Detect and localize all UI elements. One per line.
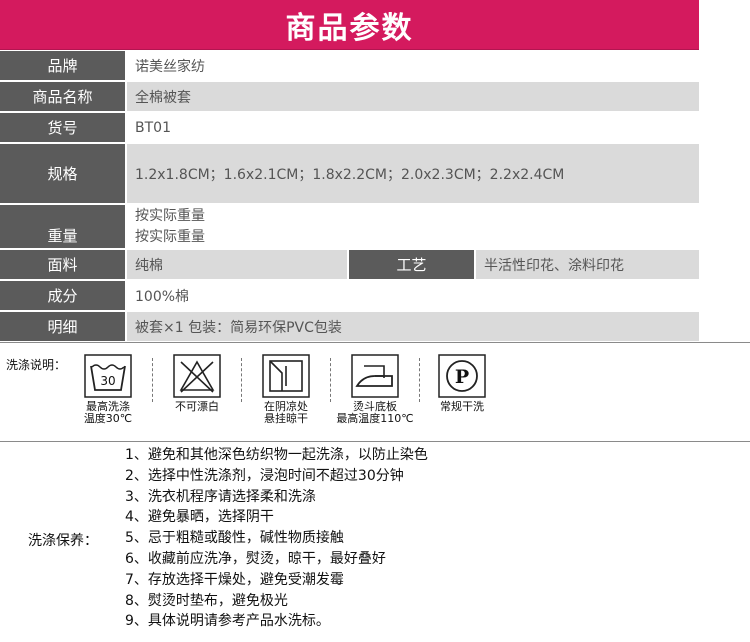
svg-text:P: P: [455, 366, 469, 388]
spec-value: 按实际重量: [135, 228, 205, 245]
svg-text:30: 30: [100, 374, 115, 388]
spec-row-composition: 成分 100%棉: [0, 281, 699, 312]
divider: [419, 358, 420, 402]
wash-label: 不可漂白: [175, 400, 219, 413]
spec-value: 100%棉: [135, 288, 190, 305]
page-title: 商品参数: [0, 0, 699, 50]
spec-label: 面料: [0, 250, 127, 279]
spec-row-fabric: 面料 纯棉 工艺 半活性印花、涂料印花: [0, 250, 699, 281]
spec-value: 被套×1 包装：简易环保PVC包装: [135, 319, 342, 336]
spec-value: 按实际重量: [135, 207, 205, 224]
spec-value: 诺美丝家纺: [135, 58, 205, 75]
spec-label: 成分: [0, 281, 127, 310]
list-item: 7、存放选择干燥处，避免受潮发霉: [125, 571, 344, 588]
spec-row-sku: 货号 BT01: [0, 113, 699, 144]
spec-row-brand: 品牌 诺美丝家纺: [0, 51, 699, 82]
spec-label-craft: 工艺: [349, 250, 476, 279]
iron-icon: [351, 354, 399, 398]
divider: [0, 441, 750, 442]
spec-label: 重量: [0, 205, 127, 248]
spec-row-detail: 明细 被套×1 包装：简易环保PVC包装: [0, 312, 699, 343]
spec-value: 1.2x1.8CM；1.6x2.1CM；1.8x2.2CM；2.0x2.3CM；…: [135, 166, 565, 183]
wash-symbol: 在阴凉处 悬挂晾干: [246, 354, 326, 425]
divider: [241, 358, 242, 402]
list-item: 3、洗衣机程序请选择柔和洗涤: [125, 488, 316, 505]
list-item: 5、忌于粗糙或酸性，碱性物质接触: [125, 530, 344, 547]
spec-row-name: 商品名称 全棉被套: [0, 82, 699, 113]
divider: [0, 342, 750, 343]
wash-symbol: 烫斗底板 最高温度110℃: [335, 354, 415, 425]
spec-row-size: 规格 1.2x1.8CM；1.6x2.1CM；1.8x2.2CM；2.0x2.3…: [0, 144, 699, 205]
spec-value-craft: 半活性印花、涂料印花: [484, 257, 624, 274]
wash-symbol: 30 最高洗涤 温度30℃: [68, 354, 148, 425]
spec-value-group: 按实际重量 按实际重量: [127, 205, 699, 248]
spec-value: BT01: [135, 119, 171, 136]
care-title: 洗涤保养：: [28, 533, 98, 549]
spec-label: 明细: [0, 312, 127, 341]
spec-label: 品牌: [0, 51, 127, 80]
care-list: 1、避免和其他深色纺织物一起洗涤，以防止染色 2、选择中性洗涤剂，浸泡时间不超过…: [125, 445, 428, 632]
spec-label: 货号: [0, 113, 127, 142]
wash-label: 最高温度110℃: [336, 412, 414, 425]
wash-label: 常规干洗: [440, 400, 484, 413]
list-item: 1、避免和其他深色纺织物一起洗涤，以防止染色: [125, 447, 428, 463]
divider: [152, 358, 153, 402]
wash-symbol: P 常规干洗: [422, 354, 502, 413]
spec-value: 全棉被套: [135, 89, 191, 106]
spec-value: 纯棉: [127, 250, 349, 279]
dry-clean-p-icon: P: [438, 354, 486, 398]
list-item: 2、选择中性洗涤剂，浸泡时间不超过30分钟: [125, 467, 404, 484]
spec-label: 规格: [0, 144, 127, 203]
wash-30-icon: 30: [84, 354, 132, 398]
wash-title: 洗涤说明：: [6, 358, 67, 372]
list-item: 8、熨烫时垫布，避免极光: [125, 592, 288, 609]
no-bleach-icon: [173, 354, 221, 398]
wash-label: 悬挂晾干: [264, 412, 308, 425]
spec-row-weight: 重量 按实际重量 按实际重量: [0, 205, 699, 250]
list-item: 9、具体说明请参考产品水洗标。: [125, 613, 330, 630]
spec-label: 商品名称: [0, 82, 127, 111]
shade-dry-icon: [262, 354, 310, 398]
list-item: 4、避免暴晒，选择阴干: [125, 509, 274, 526]
divider: [330, 358, 331, 402]
wash-symbol: 不可漂白: [157, 354, 237, 413]
list-item: 6、收藏前应洗净，熨烫，晾干，最好叠好: [125, 550, 386, 567]
wash-label: 温度30℃: [83, 412, 133, 425]
